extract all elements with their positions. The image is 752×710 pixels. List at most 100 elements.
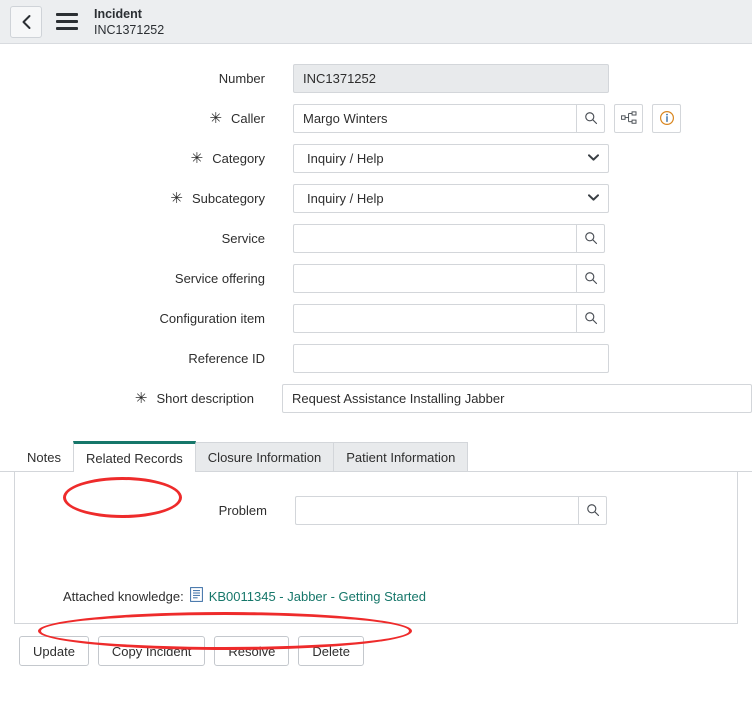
search-icon <box>584 311 598 325</box>
incident-form: Number INC1371252 ✳ Caller Margo Winters <box>0 44 752 418</box>
field-label: Category <box>212 150 265 166</box>
service-input[interactable] <box>293 223 576 253</box>
tabs-section: Notes Related Records Closure Informatio… <box>0 440 752 624</box>
copy-incident-button[interactable]: Copy Incident <box>97 636 206 666</box>
reference-id-input[interactable] <box>293 343 609 373</box>
attached-knowledge-row: Attached knowledge: KB0011345 - Jabber -… <box>63 587 426 605</box>
label-category: ✳ Category <box>0 151 265 166</box>
form-row-subcategory: ✳ Subcategory Inquiry / Help <box>0 178 752 218</box>
service-offering-input[interactable] <box>293 263 576 293</box>
form-row-service-offering: Service offering <box>0 258 752 298</box>
field-category: Inquiry / Help <box>293 143 609 173</box>
label-subcategory: ✳ Subcategory <box>0 191 265 206</box>
category-selected-value: Inquiry / Help <box>307 150 384 166</box>
tab-patient-information[interactable]: Patient Information <box>333 442 469 471</box>
knowledge-article-icon <box>189 587 203 605</box>
field-label: Subcategory <box>192 190 265 206</box>
tab-label: Notes <box>27 449 61 465</box>
record-number: INC1371252 <box>94 22 165 37</box>
tab-closure-information[interactable]: Closure Information <box>194 442 335 471</box>
search-icon <box>584 111 598 125</box>
tab-related-records[interactable]: Related Records <box>72 441 196 472</box>
label-number: Number <box>0 71 265 86</box>
form-action-buttons: Update Copy Incident Resolve Delete <box>0 624 752 666</box>
label-problem: Problem <box>15 503 267 518</box>
problem-input[interactable] <box>295 495 578 525</box>
configuration-item-search-button[interactable] <box>576 303 605 333</box>
back-button[interactable] <box>10 5 42 38</box>
configuration-item-input[interactable] <box>293 303 576 333</box>
field-label: Configuration item <box>159 310 266 326</box>
chevron-left-icon <box>21 14 32 30</box>
form-row-service: Service <box>0 218 752 258</box>
form-row-short-description: ✳ Short description Request Assistance I… <box>0 378 752 418</box>
caller-org-chart-button[interactable] <box>614 103 643 133</box>
required-marker-icon: ✳ <box>170 189 183 207</box>
label-configuration-item: Configuration item <box>0 310 266 326</box>
tab-label: Related Records <box>85 450 183 466</box>
number-input: INC1371252 <box>293 63 609 93</box>
subcategory-selected-value: Inquiry / Help <box>307 190 384 206</box>
short-description-input[interactable]: Request Assistance Installing Jabber <box>282 383 752 413</box>
field-reference-id <box>293 343 609 373</box>
service-search-button[interactable] <box>576 223 605 253</box>
label-service: Service <box>0 231 265 246</box>
label-reference-id: Reference ID <box>0 351 265 366</box>
info-icon <box>659 110 675 126</box>
field-short-description: Request Assistance Installing Jabber <box>282 383 752 413</box>
hamburger-menu-icon[interactable] <box>56 13 78 30</box>
chevron-down-icon <box>588 153 599 164</box>
field-configuration-item <box>293 303 605 333</box>
tab-notes[interactable]: Notes <box>14 442 74 471</box>
caller-search-button[interactable] <box>576 103 605 133</box>
field-label: Service offering <box>174 270 265 286</box>
attached-knowledge-label: Attached knowledge: <box>63 588 184 604</box>
chevron-down-icon <box>588 193 599 204</box>
field-label: Number <box>218 70 265 86</box>
problem-search-button[interactable] <box>578 495 607 525</box>
required-marker-icon: ✳ <box>134 389 148 407</box>
form-row-caller: ✳ Caller Margo Winters <box>0 98 752 138</box>
tabpanel-related-records: Problem Attached knowledge: KB0011345 - … <box>14 472 738 624</box>
field-service-offering <box>293 263 605 293</box>
required-marker-icon: ✳ <box>209 109 223 127</box>
form-row-category: ✳ Category Inquiry / Help <box>0 138 752 178</box>
update-button[interactable]: Update <box>19 636 89 666</box>
subcategory-select[interactable]: Inquiry / Help <box>293 183 609 213</box>
field-problem <box>295 495 607 525</box>
header-titles: Incident INC1371252 <box>94 6 164 38</box>
required-marker-icon: ✳ <box>190 149 204 167</box>
label-short-description: ✳ Short description <box>0 391 254 406</box>
category-select[interactable]: Inquiry / Help <box>293 143 609 173</box>
search-icon <box>586 503 600 517</box>
form-row-number: Number INC1371252 <box>0 58 752 98</box>
field-label: Service <box>221 230 265 246</box>
tab-label: Closure Information <box>207 449 322 465</box>
field-label: Reference ID <box>188 350 265 366</box>
service-offering-search-button[interactable] <box>576 263 605 293</box>
org-chart-icon <box>620 111 637 125</box>
field-label: Short description <box>156 390 254 406</box>
caller-input[interactable]: Margo Winters <box>293 103 576 133</box>
delete-button[interactable]: Delete <box>298 636 364 666</box>
caller-info-button[interactable] <box>652 103 681 133</box>
field-subcategory: Inquiry / Help <box>293 183 609 213</box>
search-icon <box>584 231 598 245</box>
search-icon <box>584 271 598 285</box>
attached-knowledge-link[interactable]: KB0011345 - Jabber - Getting Started <box>209 589 426 604</box>
field-label: Caller <box>231 110 265 126</box>
field-service <box>293 223 605 253</box>
tabstrip: Notes Related Records Closure Informatio… <box>0 440 752 472</box>
page-title: Incident <box>94 6 142 21</box>
form-row-reference-id: Reference ID <box>0 338 752 378</box>
field-number: INC1371252 <box>293 63 609 93</box>
form-row-configuration-item: Configuration item <box>0 298 752 338</box>
resolve-button[interactable]: Resolve <box>214 636 290 666</box>
label-caller: ✳ Caller <box>0 111 265 126</box>
field-caller: Margo Winters <box>293 103 681 133</box>
label-service-offering: Service offering <box>0 271 265 286</box>
tab-label: Patient Information <box>346 449 456 465</box>
app-header: Incident INC1371252 <box>0 0 752 44</box>
form-row-problem: Problem <box>15 472 737 530</box>
field-label: Problem <box>218 502 267 518</box>
